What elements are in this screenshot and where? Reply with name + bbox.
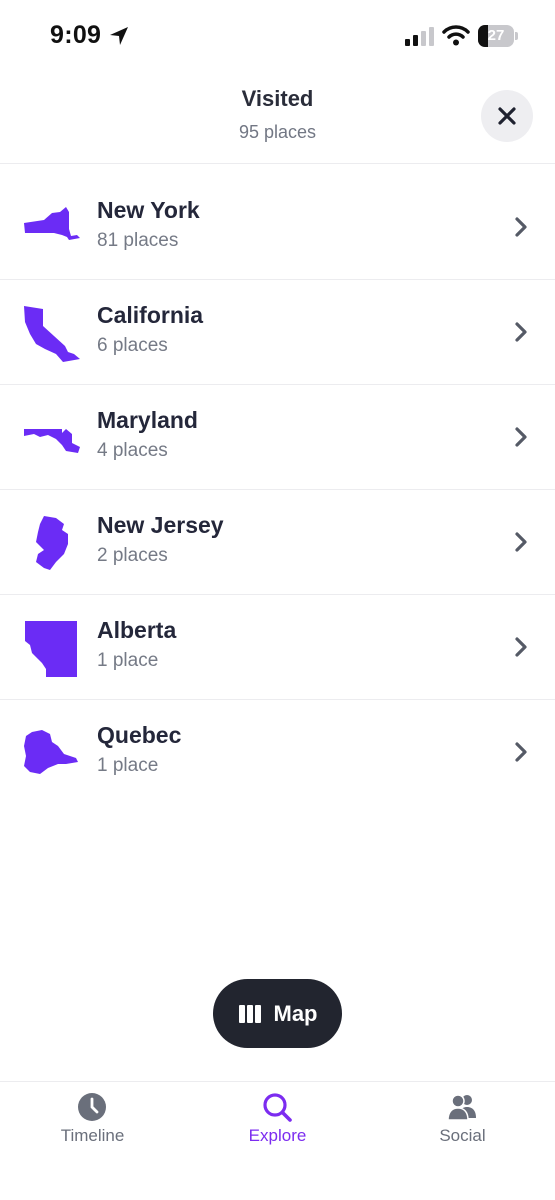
place-count: 4 places (97, 440, 168, 461)
search-icon (263, 1093, 292, 1122)
cellular-signal-icon (405, 27, 434, 46)
chevron-right-icon (515, 322, 527, 342)
location-arrow-icon (110, 27, 128, 45)
map-button-label: Map (273, 1000, 318, 1026)
tab-label: Timeline (60, 1126, 125, 1145)
close-icon (498, 107, 516, 125)
status-time: 9:09 (50, 21, 102, 49)
list-item-california[interactable]: California 6 places (0, 280, 555, 385)
maryland-shape-icon (24, 429, 80, 453)
list-item-new-york[interactable]: New York 81 places (0, 175, 555, 280)
place-name: New York (97, 197, 200, 223)
map-icon (238, 1004, 261, 1023)
chevron-right-icon (515, 742, 527, 762)
map-button[interactable]: Map (213, 979, 342, 1048)
list-item-quebec[interactable]: Quebec 1 place (0, 700, 555, 805)
new-york-shape-icon (24, 207, 80, 240)
status-bar: 9:09 27 (0, 0, 555, 72)
place-name: New Jersey (97, 512, 224, 538)
place-name: Maryland (97, 407, 198, 433)
close-button[interactable] (481, 90, 533, 142)
tab-bar: Timeline Explore Social (0, 1081, 555, 1200)
tab-timeline[interactable]: Timeline (0, 1082, 185, 1200)
list-item-new-jersey[interactable]: New Jersey 2 places (0, 490, 555, 595)
tab-label: Social (439, 1126, 486, 1145)
chevron-right-icon (515, 427, 527, 447)
tab-social[interactable]: Social (370, 1082, 555, 1200)
page-subtitle: 95 places (238, 122, 317, 142)
header: Visited 95 places (0, 72, 555, 164)
place-count: 1 place (97, 650, 159, 671)
place-name: Alberta (97, 617, 177, 643)
page-title: Visited (241, 86, 314, 111)
people-icon (447, 1094, 476, 1121)
battery-percent: 27 (487, 27, 505, 44)
list-item-maryland[interactable]: Maryland 4 places (0, 385, 555, 490)
place-count: 81 places (97, 230, 179, 251)
chevron-right-icon (515, 217, 527, 237)
list-item-alberta[interactable]: Alberta 1 place (0, 595, 555, 700)
wifi-icon (442, 25, 470, 46)
place-name: Quebec (97, 722, 182, 748)
quebec-shape-icon (24, 730, 78, 774)
california-shape-icon (24, 306, 80, 362)
chevron-right-icon (515, 532, 527, 552)
new-jersey-shape-icon (36, 516, 68, 570)
place-name: California (97, 302, 204, 328)
tab-explore[interactable]: Explore (185, 1082, 370, 1200)
place-count: 6 places (97, 335, 168, 356)
place-count: 2 places (97, 545, 168, 566)
tab-label: Explore (248, 1126, 307, 1145)
clock-icon (78, 1093, 106, 1121)
battery-indicator: 27 (478, 25, 518, 47)
place-count: 1 place (97, 755, 159, 776)
chevron-right-icon (515, 637, 527, 657)
alberta-shape-icon (25, 621, 77, 677)
places-list: New York 81 places California 6 places M… (0, 175, 555, 805)
